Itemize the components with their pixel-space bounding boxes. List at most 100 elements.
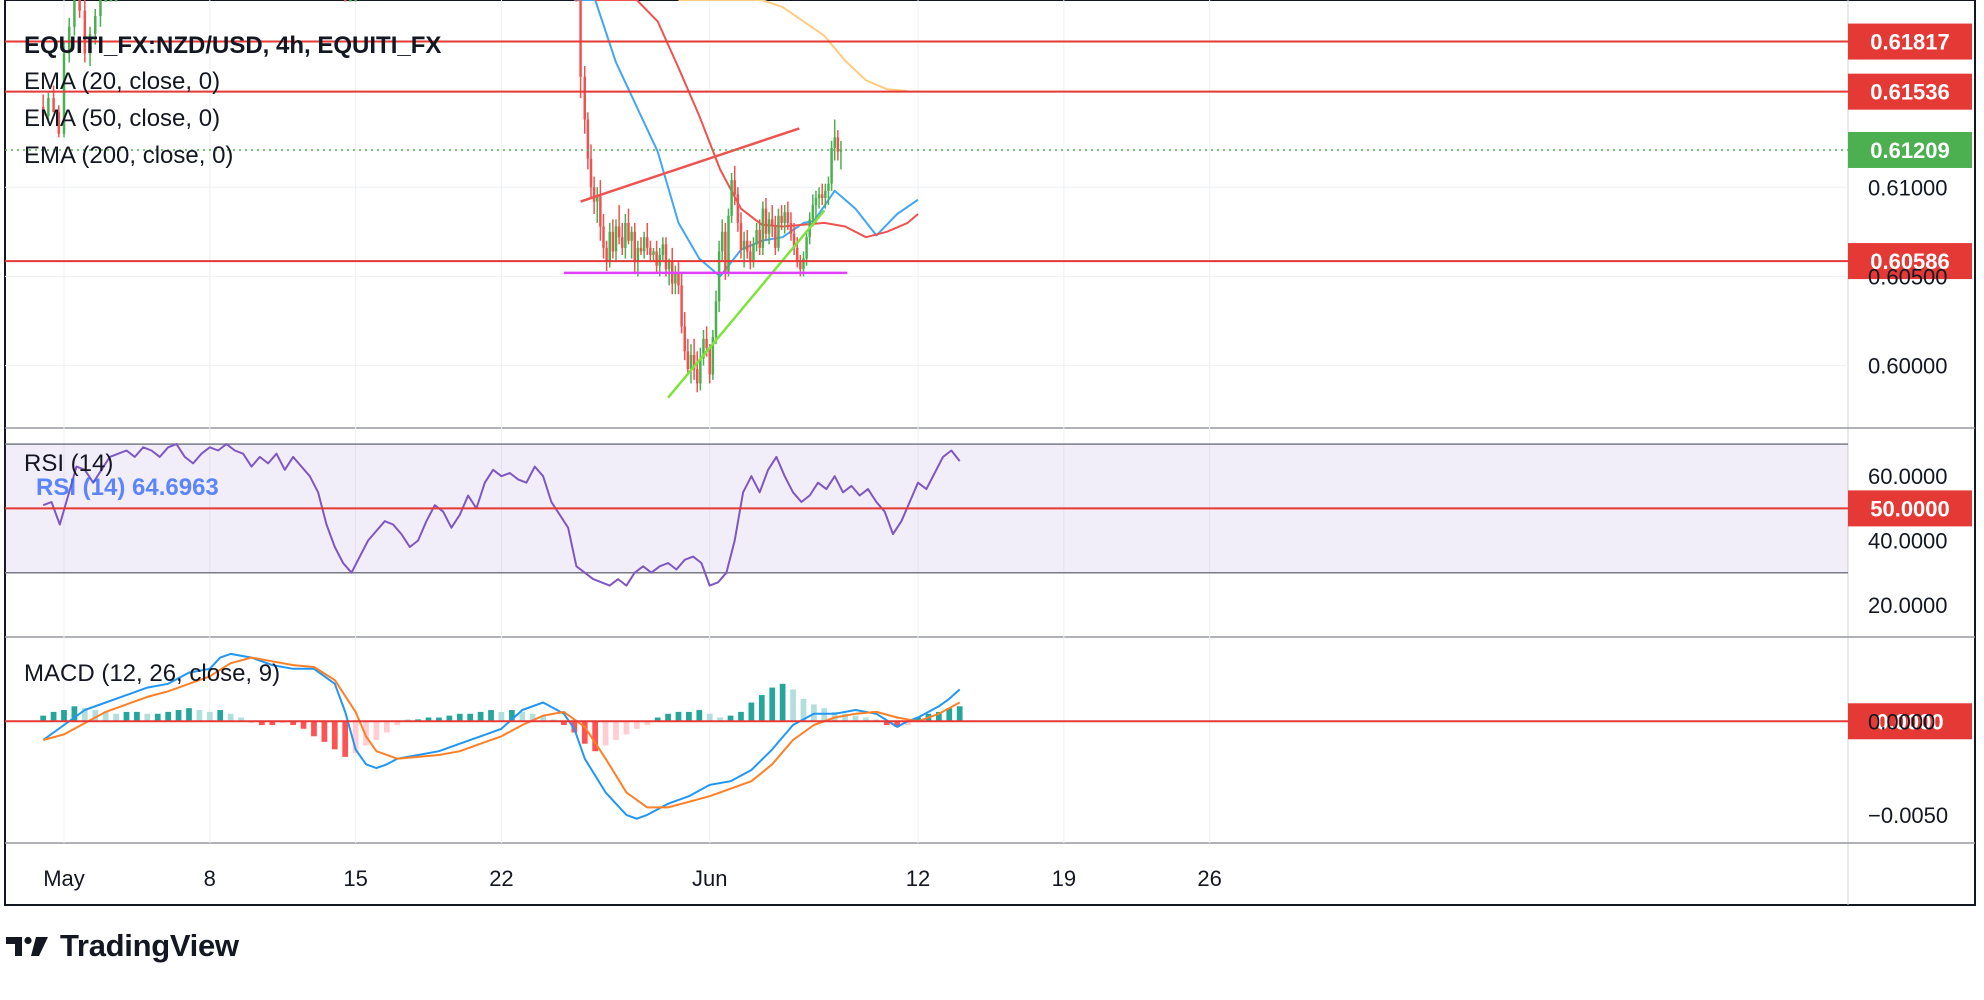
candle-body bbox=[695, 369, 699, 384]
macd-legend[interactable]: MACD (12, 26, close, 9) bbox=[24, 660, 280, 688]
candle-body bbox=[761, 208, 765, 248]
horizontal-levels[interactable]: 0.618170.615360.605860.6120950.00000.000… bbox=[5, 23, 1972, 740]
tradingview-brand[interactable]: TradingView bbox=[6, 928, 239, 964]
candle-body bbox=[611, 231, 615, 252]
macd-histogram-bar bbox=[342, 721, 349, 757]
brand-name: TradingView bbox=[60, 928, 239, 963]
macd-histogram-bar bbox=[477, 711, 484, 722]
macd-histogram-bar bbox=[144, 713, 151, 722]
candle-body bbox=[830, 148, 833, 184]
candle-body bbox=[783, 212, 786, 223]
candle-body bbox=[78, 0, 81, 11]
price-level-tag-label: 0.61817 bbox=[1870, 30, 1950, 55]
candle-body bbox=[720, 231, 724, 252]
candle-body bbox=[620, 237, 624, 248]
x-tick-label: Jun bbox=[692, 866, 727, 891]
candle-body bbox=[824, 190, 827, 198]
candle-body bbox=[833, 137, 836, 149]
macd-histogram-bar bbox=[123, 711, 130, 722]
candle-body bbox=[764, 208, 768, 234]
candle-body bbox=[677, 272, 680, 286]
candle-body bbox=[614, 226, 618, 252]
candle-body bbox=[736, 194, 740, 223]
candle-body bbox=[767, 219, 771, 234]
macd-histogram-bar bbox=[113, 713, 119, 722]
price-tick-label: 0.60500 bbox=[1868, 264, 1948, 289]
candle-body bbox=[699, 358, 702, 384]
macd-histogram-bar bbox=[165, 711, 172, 722]
last-price-tag-label: 0.61209 bbox=[1870, 138, 1950, 163]
candle-body bbox=[708, 347, 711, 375]
candle-body bbox=[579, 0, 582, 77]
macd-histogram-bar bbox=[196, 710, 203, 722]
macd-histogram-bar bbox=[738, 711, 744, 722]
candle-body bbox=[786, 212, 790, 223]
price-level-tag-label: 0.61536 bbox=[1870, 80, 1950, 105]
price-tick-label: 0.60000 bbox=[1868, 354, 1948, 379]
x-tick-label: 26 bbox=[1197, 866, 1221, 891]
macd-histogram-bar bbox=[790, 689, 796, 722]
candle-body bbox=[799, 262, 802, 270]
macd-histogram-bar bbox=[779, 683, 786, 722]
macd-histogram-bar bbox=[633, 721, 640, 729]
candle-body bbox=[627, 222, 630, 241]
candle-body bbox=[683, 326, 686, 352]
macd-histogram-bar bbox=[456, 713, 463, 722]
candle-body bbox=[739, 222, 743, 250]
macd-histogram-bar bbox=[665, 713, 671, 722]
macd-histogram-bar bbox=[206, 711, 213, 722]
x-tick-label: May bbox=[43, 866, 85, 891]
candle-body bbox=[770, 219, 774, 227]
candle-body bbox=[827, 183, 830, 191]
candle-body bbox=[630, 231, 633, 241]
candle-body bbox=[599, 196, 602, 227]
candle-body bbox=[742, 240, 746, 250]
candle-body bbox=[777, 215, 780, 248]
macd-histogram-bar bbox=[706, 713, 713, 722]
macd-histogram-bar bbox=[50, 711, 57, 722]
ema200-line bbox=[678, 0, 908, 92]
symbol-legend[interactable]: EQUITI_FX:NZD/USD, 4h, EQUITI_FX bbox=[24, 32, 441, 60]
ema50-legend[interactable]: EMA (50, close, 0) bbox=[24, 105, 220, 133]
candle-body bbox=[642, 237, 646, 252]
rsi-tick-label: 40.0000 bbox=[1868, 529, 1948, 554]
macd-histogram-bar bbox=[956, 706, 963, 722]
candle-body bbox=[795, 247, 799, 263]
candle-body bbox=[727, 215, 730, 273]
candle-body bbox=[724, 231, 727, 273]
candle-body bbox=[745, 240, 749, 252]
candle-body bbox=[689, 354, 693, 370]
candle-body bbox=[820, 194, 824, 198]
candle-body bbox=[114, 0, 118, 2]
candle-body bbox=[354, 0, 357, 2]
candle-body bbox=[583, 76, 586, 120]
ema20-legend[interactable]: EMA (20, close, 0) bbox=[24, 68, 220, 96]
nzdusd-chart[interactable]: 0.618170.615360.605860.6120950.00000.000… bbox=[0, 0, 1984, 1000]
candle-body bbox=[733, 180, 736, 195]
candle-body bbox=[805, 237, 808, 259]
rsi-value-legend: RSI (14) 64.6963 bbox=[36, 474, 219, 501]
candle-body bbox=[817, 194, 821, 198]
rsi-midline-tag-label: 50.0000 bbox=[1870, 496, 1950, 521]
candle-body bbox=[686, 351, 690, 370]
ema200-legend[interactable]: EMA (200, close, 0) bbox=[24, 142, 233, 170]
macd-histogram-bar bbox=[623, 721, 630, 735]
x-tick-label: 8 bbox=[204, 866, 216, 891]
candle-body bbox=[649, 247, 652, 256]
ema50-line bbox=[595, 0, 919, 239]
candle-body bbox=[667, 262, 671, 270]
candle-body bbox=[605, 247, 608, 263]
candle-body bbox=[73, 0, 76, 27]
candle-body bbox=[705, 338, 708, 348]
macd-histogram-bar bbox=[186, 708, 192, 722]
macd-histogram-bar bbox=[373, 721, 380, 740]
candle-body bbox=[664, 244, 668, 270]
macd-histogram-bar bbox=[602, 721, 609, 746]
x-tick-label: 22 bbox=[489, 866, 513, 891]
macd-tick-label: 0.0000 bbox=[1868, 709, 1935, 734]
candle-body bbox=[589, 158, 593, 188]
macd-histogram-bar bbox=[498, 711, 505, 722]
macd-histogram-bar bbox=[519, 711, 526, 722]
candle-body bbox=[575, 0, 578, 2]
tradingview-logo-icon bbox=[6, 936, 48, 956]
